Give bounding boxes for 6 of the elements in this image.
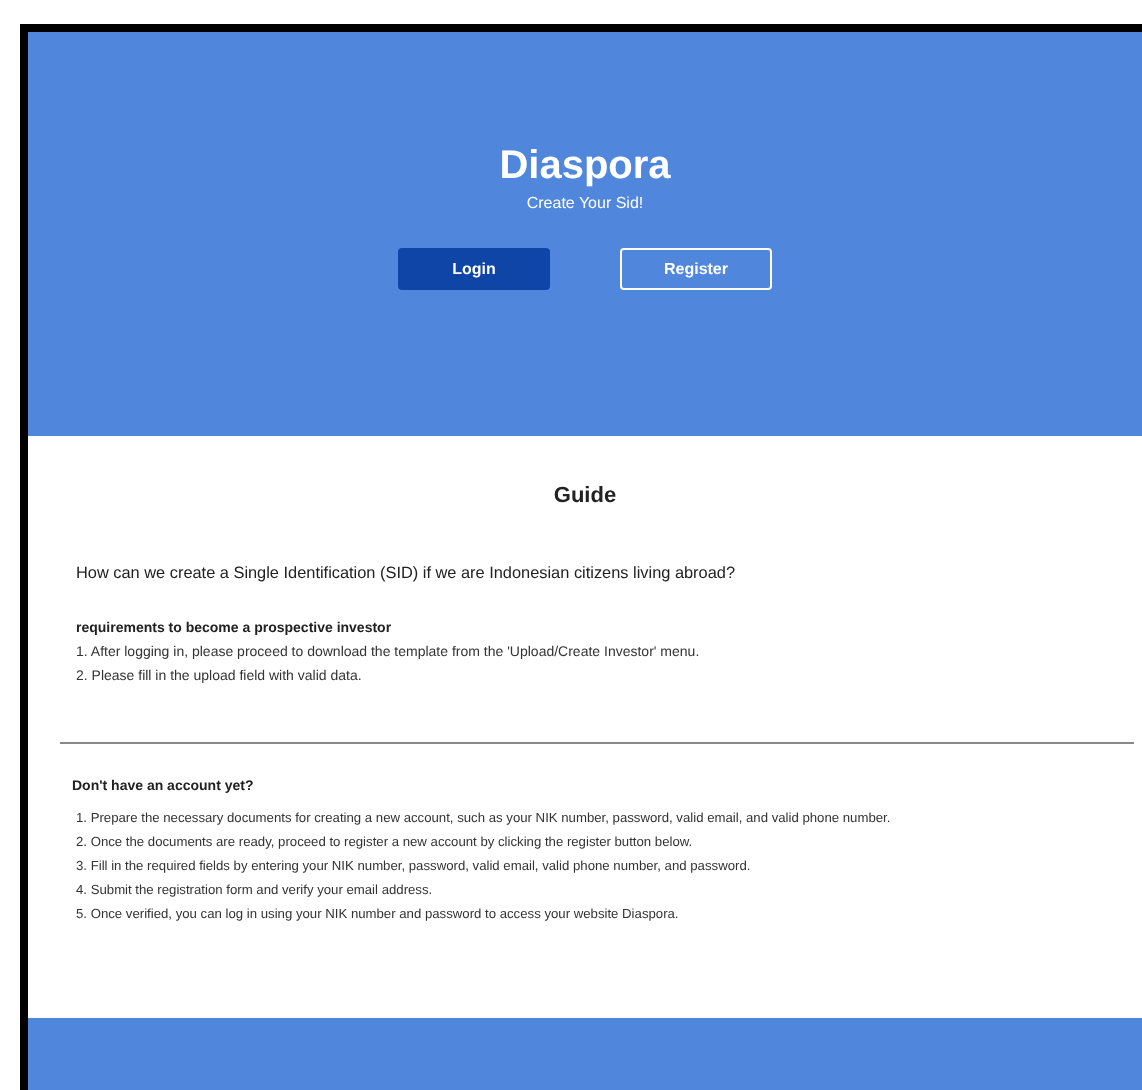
register-button[interactable]: Register (620, 248, 772, 290)
guide-title: Guide (551, 484, 619, 511)
site-title: Diaspora (497, 144, 673, 188)
guide-question: How can we create a Single Identification (SID) if we are Indonesian citizens living abroad? (76, 562, 737, 587)
login-button[interactable]: Login (398, 248, 550, 290)
site-subtitle: Create Your Sid! (524, 192, 646, 216)
